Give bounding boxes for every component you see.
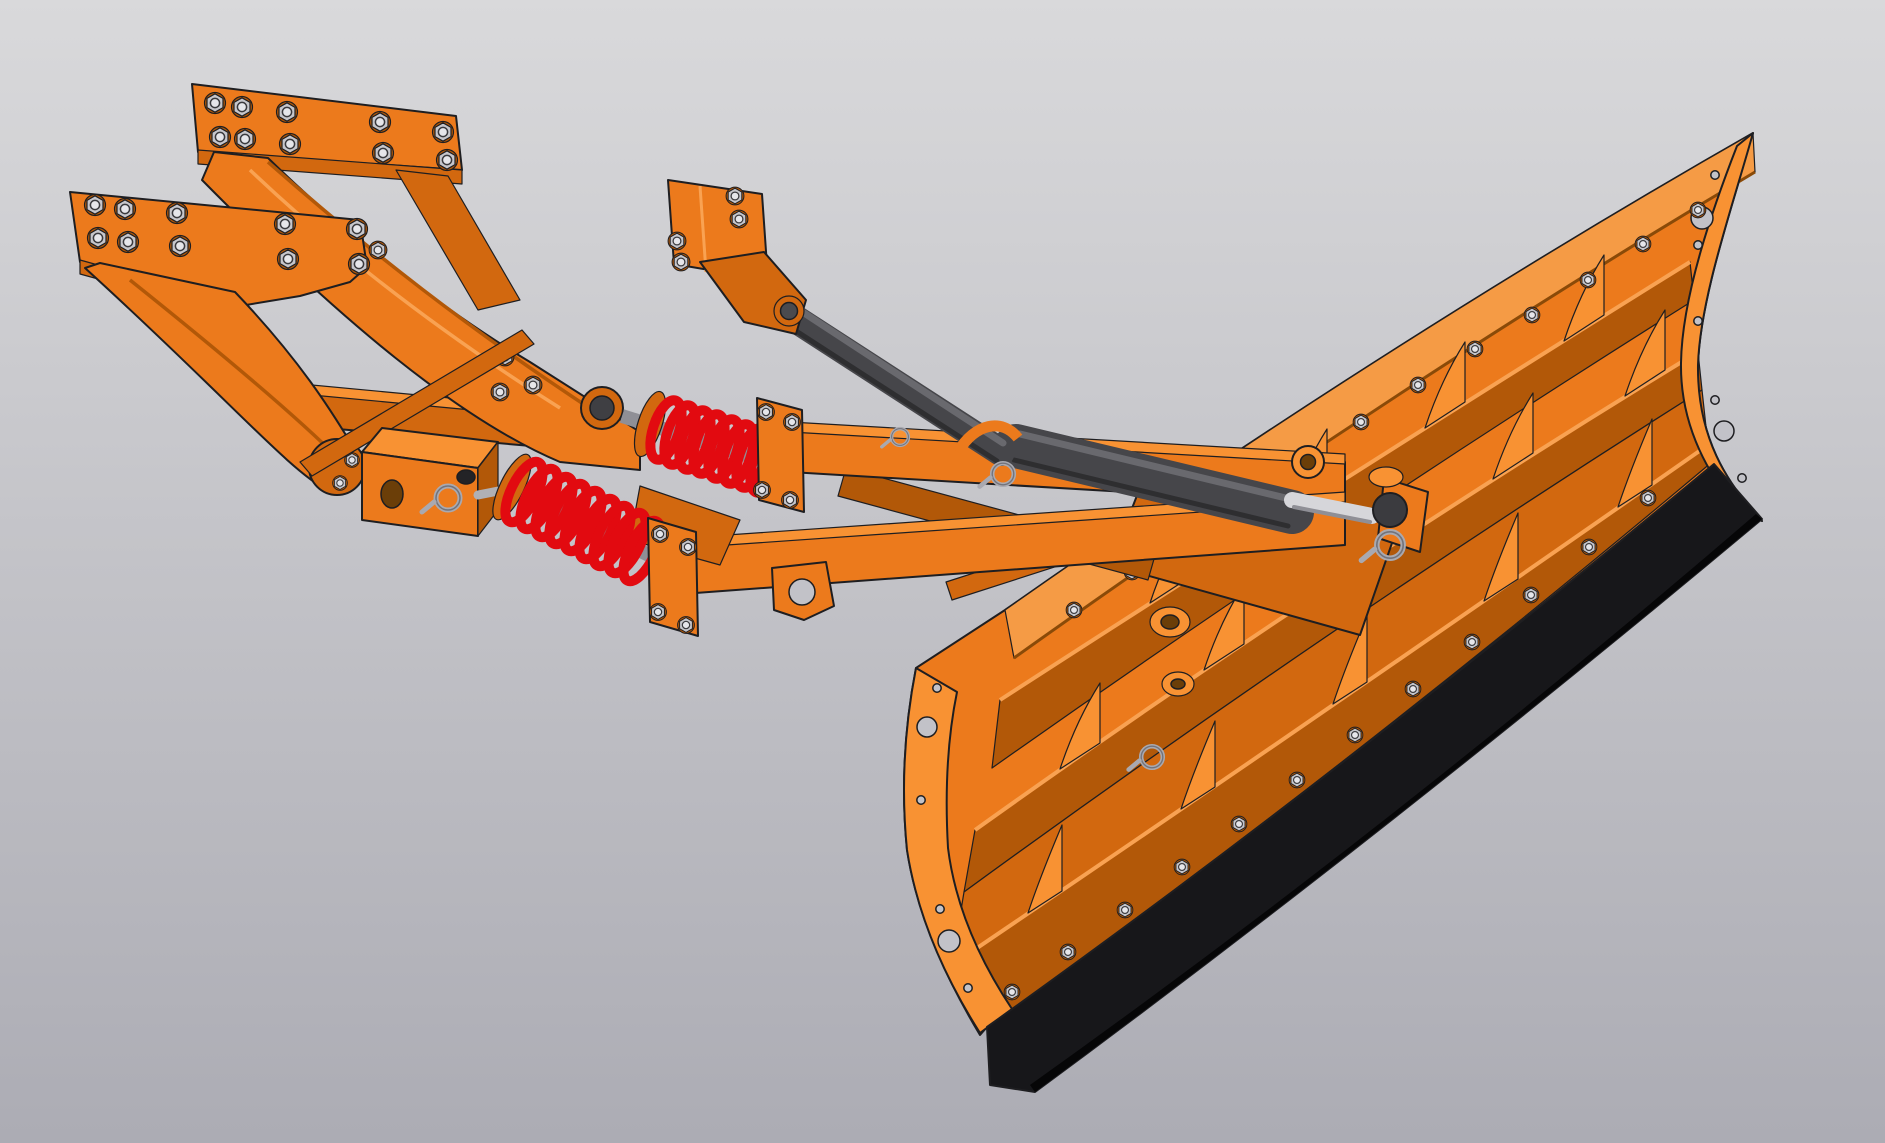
spring-pivot-upper — [590, 396, 614, 420]
clevis-pin-head — [457, 470, 475, 484]
cad-viewport[interactable] — [0, 0, 1885, 1143]
cad-render — [0, 0, 1885, 1143]
lift-pivot-pin — [781, 303, 798, 320]
tow-eye-lug — [772, 562, 834, 620]
frame-eye-lug — [1292, 446, 1324, 478]
receiver-box — [362, 428, 514, 536]
rod-clevis — [1373, 493, 1407, 527]
